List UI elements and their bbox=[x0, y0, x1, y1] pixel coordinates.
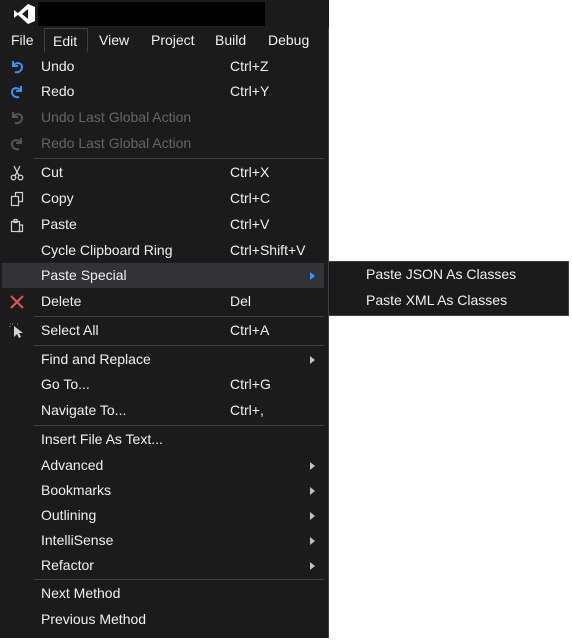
menu-bar: File Edit View Project Build Debug bbox=[0, 28, 329, 52]
submenu-arrow-icon bbox=[310, 462, 315, 470]
menu-item-shortcut: Ctrl+A bbox=[230, 322, 270, 338]
menu-item-cut[interactable]: Cut Ctrl+X bbox=[2, 160, 324, 185]
menu-separator bbox=[34, 158, 324, 159]
undo-icon bbox=[8, 58, 26, 76]
menu-item-advanced[interactable]: Advanced bbox=[2, 453, 324, 478]
submenu-arrow-icon bbox=[310, 487, 315, 495]
menu-item-label: Paste bbox=[41, 216, 77, 232]
menu-item-bookmarks[interactable]: Bookmarks bbox=[2, 478, 324, 503]
menu-item-navigate-to[interactable]: Navigate To... Ctrl+, bbox=[2, 398, 324, 423]
menu-item-label: Go To... bbox=[41, 376, 90, 392]
menu-item-shortcut: Ctrl+V bbox=[230, 216, 270, 232]
menu-separator bbox=[34, 579, 324, 580]
menu-item-label: Redo Last Global Action bbox=[41, 135, 192, 151]
menu-separator bbox=[34, 316, 324, 317]
select-all-icon bbox=[8, 322, 26, 340]
menu-file[interactable]: File bbox=[3, 28, 42, 52]
menu-item-label: Paste Special bbox=[41, 267, 127, 283]
menu-item-label: Insert File As Text... bbox=[41, 431, 163, 447]
delete-x-icon bbox=[8, 293, 26, 311]
submenu-item-label: Paste JSON As Classes bbox=[366, 266, 517, 282]
menu-item-label: Advanced bbox=[41, 457, 104, 473]
menu-item-shortcut: Ctrl+Shift+V bbox=[230, 242, 306, 258]
edit-menu-dropdown: Undo Ctrl+Z Redo Ctrl+Y Undo Last Global… bbox=[0, 52, 328, 638]
submenu-item-paste-xml[interactable]: Paste XML As Classes bbox=[330, 288, 567, 313]
menu-item-intellisense[interactable]: IntelliSense bbox=[2, 528, 324, 553]
menu-item-refactor[interactable]: Refactor bbox=[2, 553, 324, 578]
menu-item-label: Outlining bbox=[41, 507, 97, 523]
submenu-arrow-icon bbox=[310, 512, 315, 520]
copy-icon bbox=[8, 190, 26, 208]
title-redacted-area bbox=[38, 2, 265, 26]
submenu-item-paste-json[interactable]: Paste JSON As Classes bbox=[330, 262, 567, 287]
menu-item-label: Cycle Clipboard Ring bbox=[41, 242, 173, 258]
submenu-arrow-icon bbox=[310, 537, 315, 545]
paste-icon bbox=[8, 216, 26, 234]
menu-item-shortcut: Del bbox=[230, 293, 252, 309]
menu-item-label: Redo bbox=[41, 83, 75, 99]
menu-item-next-method[interactable]: Next Method bbox=[2, 581, 324, 606]
menu-item-label: Undo Last Global Action bbox=[41, 109, 192, 125]
menu-project[interactable]: Project bbox=[143, 28, 203, 52]
visual-studio-logo-icon[interactable] bbox=[10, 2, 38, 26]
menu-item-outlining[interactable]: Outlining bbox=[2, 503, 324, 528]
menu-build[interactable]: Build bbox=[207, 28, 254, 52]
menu-item-shortcut: Ctrl+, bbox=[230, 402, 264, 418]
undo-global-icon bbox=[8, 109, 26, 127]
menu-item-select-all[interactable]: Select All Ctrl+A bbox=[2, 318, 324, 343]
menu-item-undo[interactable]: Undo Ctrl+Z bbox=[2, 54, 324, 79]
submenu-arrow-icon bbox=[310, 272, 315, 280]
menu-item-label: Next Method bbox=[41, 585, 121, 601]
menu-item-redo[interactable]: Redo Ctrl+Y bbox=[2, 79, 324, 104]
menu-item-delete[interactable]: Delete Del bbox=[2, 289, 324, 314]
menu-item-label: Cut bbox=[41, 164, 63, 180]
menu-item-label: Refactor bbox=[41, 557, 94, 573]
menu-view[interactable]: View bbox=[91, 28, 137, 52]
paste-special-submenu: Paste JSON As Classes Paste XML As Class… bbox=[328, 261, 569, 316]
menu-item-label: Navigate To... bbox=[41, 402, 127, 418]
menu-item-label: Bookmarks bbox=[41, 482, 112, 498]
title-bar bbox=[0, 0, 329, 28]
menu-item-paste[interactable]: Paste Ctrl+V bbox=[2, 212, 324, 237]
menu-item-label: Previous Method bbox=[41, 611, 147, 627]
submenu-arrow-icon bbox=[310, 562, 315, 570]
menu-item-previous-method[interactable]: Previous Method bbox=[2, 607, 324, 632]
submenu-item-label: Paste XML As Classes bbox=[366, 292, 508, 308]
menu-item-go-to[interactable]: Go To... Ctrl+G bbox=[2, 372, 324, 397]
menu-separator bbox=[34, 425, 324, 426]
menu-edit[interactable]: Edit bbox=[44, 28, 88, 52]
visual-studio-window: File Edit View Project Build Debug Undo … bbox=[0, 0, 329, 638]
menu-item-shortcut: Ctrl+G bbox=[230, 376, 271, 392]
menu-item-label: Undo bbox=[41, 58, 75, 74]
menu-item-find-replace[interactable]: Find and Replace bbox=[2, 347, 324, 372]
submenu-arrow-icon bbox=[310, 356, 315, 364]
menu-item-shortcut: Ctrl+C bbox=[230, 190, 271, 206]
menu-item-redo-global: Redo Last Global Action bbox=[2, 131, 324, 156]
menu-item-insert-file[interactable]: Insert File As Text... bbox=[2, 427, 324, 452]
menu-item-label: Copy bbox=[41, 190, 74, 206]
scissors-icon bbox=[8, 164, 26, 182]
menu-item-shortcut: Ctrl+Z bbox=[230, 58, 269, 74]
redo-icon bbox=[8, 83, 26, 101]
menu-item-shortcut: Ctrl+Y bbox=[230, 83, 270, 99]
menu-item-label: IntelliSense bbox=[41, 532, 114, 548]
menu-item-cycle-clipboard[interactable]: Cycle Clipboard Ring Ctrl+Shift+V bbox=[2, 238, 324, 263]
menu-item-copy[interactable]: Copy Ctrl+C bbox=[2, 186, 324, 211]
menu-debug[interactable]: Debug bbox=[260, 28, 317, 52]
menu-item-shortcut: Ctrl+X bbox=[230, 164, 270, 180]
menu-item-label: Find and Replace bbox=[41, 351, 151, 367]
redo-global-icon bbox=[8, 135, 26, 153]
menu-item-undo-global: Undo Last Global Action bbox=[2, 105, 324, 130]
menu-item-label: Delete bbox=[41, 293, 82, 309]
menu-item-label: Select All bbox=[41, 322, 99, 338]
menu-item-paste-special[interactable]: Paste Special bbox=[2, 263, 324, 288]
menu-separator bbox=[34, 345, 324, 346]
